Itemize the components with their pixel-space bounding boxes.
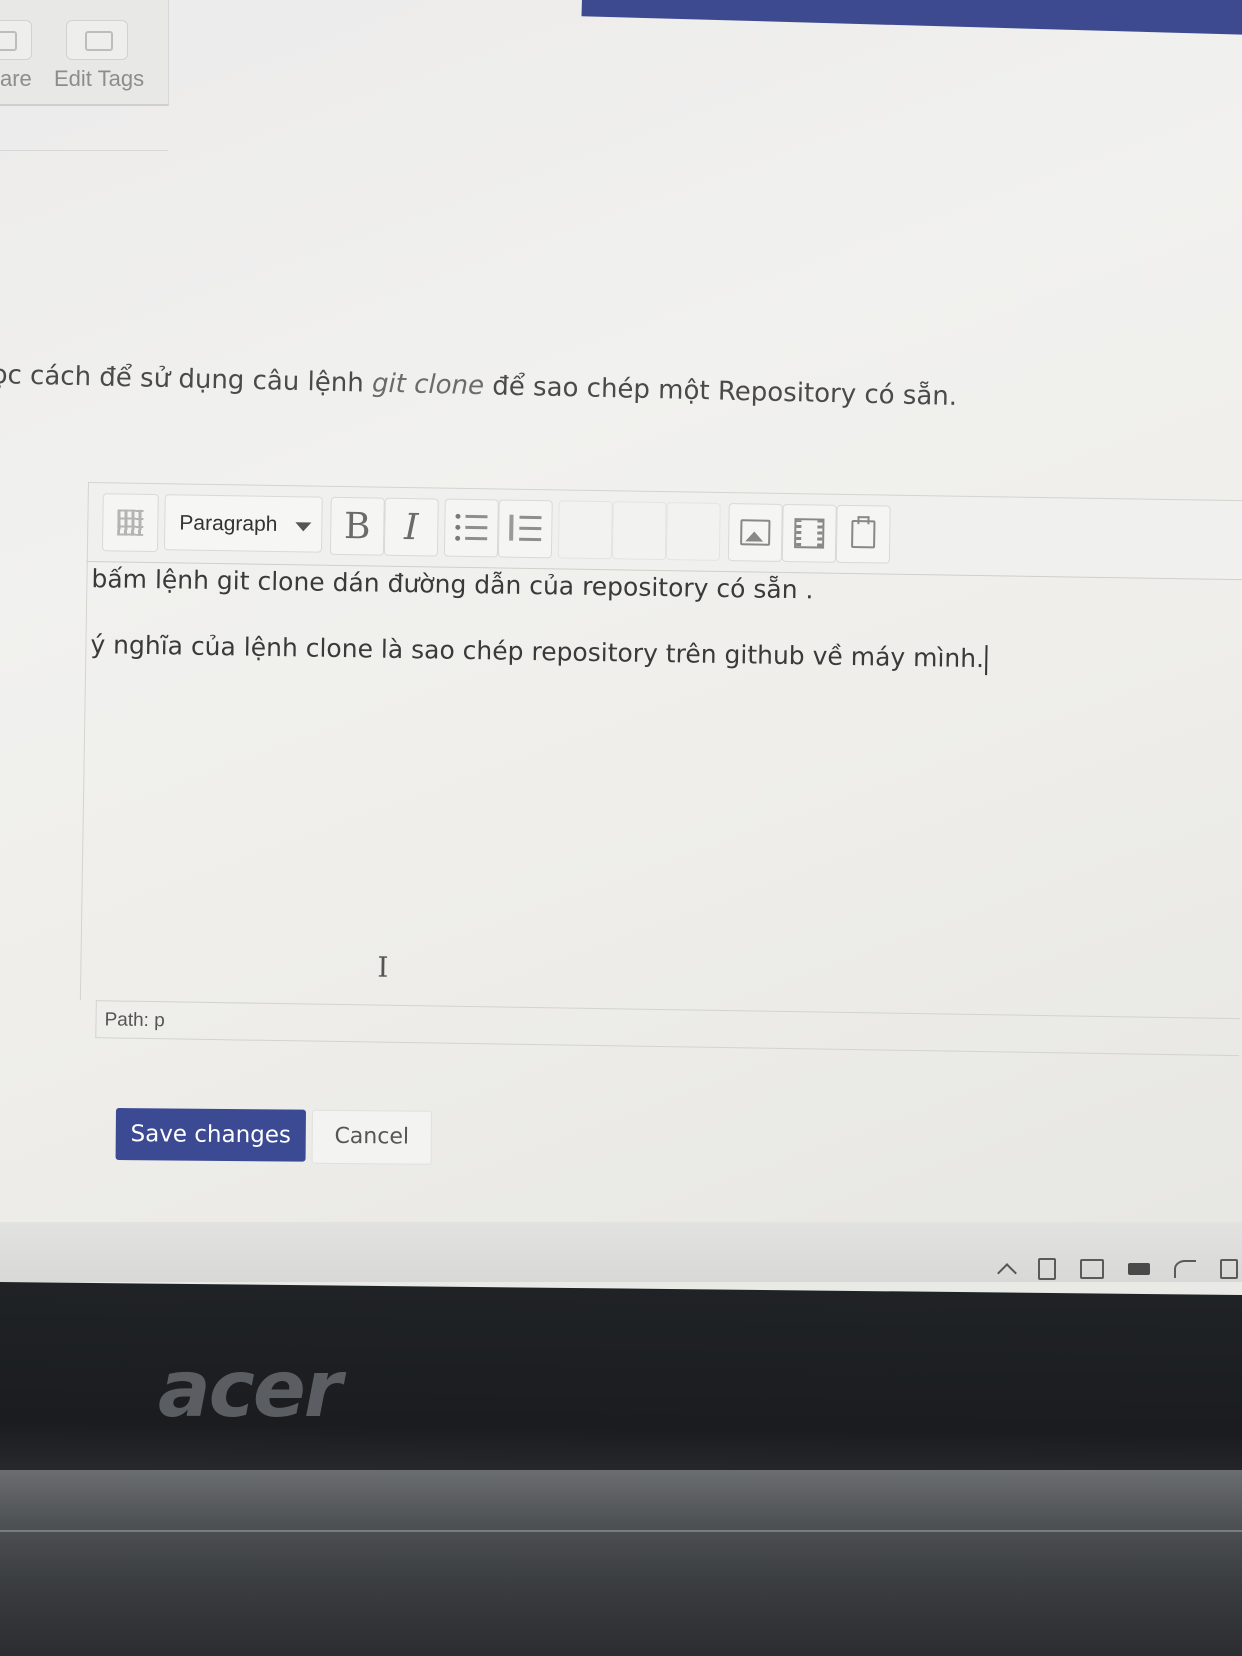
description-code: git clone [371, 368, 485, 402]
edit-tags-button[interactable]: Edit Tags [54, 66, 144, 92]
rich-text-editor: Paragraph B I bấm lệnh git clone dán đườ… [79, 482, 1242, 1097]
laptop-base [0, 1470, 1242, 1656]
insert-image-button[interactable] [727, 503, 783, 562]
bold-button[interactable]: B [329, 496, 385, 556]
top-accent-bar [581, 0, 1242, 36]
format-select-value: Paragraph [179, 511, 278, 536]
unlink-button[interactable] [611, 501, 667, 561]
camera-icon[interactable] [1080, 1259, 1104, 1279]
bullet-list-icon [455, 513, 488, 542]
link-button[interactable] [557, 500, 613, 560]
screen: are Edit Tags ọc cách để sử dụng câu lện… [0, 0, 1242, 1282]
italic-icon: I [403, 506, 419, 548]
bold-icon: B [343, 505, 371, 547]
divider [0, 150, 168, 151]
save-changes-button[interactable]: Save changes [115, 1108, 306, 1162]
numbered-list-icon [509, 514, 542, 543]
editor-content[interactable]: bấm lệnh git clone dán đường dẫn của rep… [79, 559, 1242, 1019]
brand-logo: acer [158, 1345, 342, 1435]
tag-icon[interactable] [66, 20, 128, 60]
meet-now-icon[interactable] [1038, 1258, 1056, 1280]
question-description: ọc cách để sử dụng câu lệnh git clone để… [0, 360, 1212, 418]
content-line-2-text: ý nghĩa của lệnh clone là sao chép repos… [90, 630, 985, 674]
laptop-hinge-line [0, 1530, 1242, 1532]
image-icon [740, 519, 771, 546]
format-select[interactable]: Paragraph [163, 494, 323, 553]
content-line-1: bấm lệnh git clone dán đường dẫn của rep… [91, 564, 814, 605]
wifi-icon[interactable] [1174, 1260, 1196, 1278]
volume-icon[interactable] [1220, 1259, 1238, 1279]
chevron-up-icon[interactable] [997, 1263, 1017, 1282]
battery-icon[interactable] [1128, 1263, 1150, 1275]
ordered-list-button[interactable] [497, 499, 553, 559]
paste-icon [851, 519, 876, 549]
ibeam-cursor-icon: I [377, 950, 389, 984]
anchor-button[interactable] [665, 502, 721, 561]
unordered-list-button[interactable] [443, 498, 499, 558]
insert-media-button[interactable] [781, 503, 837, 563]
text-caret [984, 645, 988, 676]
paste-button[interactable] [835, 504, 891, 564]
share-button-label[interactable]: are [0, 66, 32, 92]
content-line-2: ý nghĩa của lệnh clone là sao chép repos… [90, 630, 988, 676]
tag-toolbar: are Edit Tags [0, 0, 169, 106]
share-icon[interactable] [0, 20, 32, 60]
toggle-toolbar-button[interactable] [101, 493, 159, 553]
path-label: Path: p [104, 1009, 165, 1032]
italic-button[interactable]: I [383, 497, 439, 557]
system-tray [997, 1258, 1238, 1282]
cancel-button[interactable]: Cancel [311, 1109, 432, 1165]
description-suffix: để sao chép một Repository có sẵn. [483, 371, 958, 412]
chevron-down-icon [295, 522, 312, 532]
toolbar-toggle-icon [117, 509, 144, 536]
media-icon [794, 518, 825, 549]
description-prefix: ọc cách để sử dụng câu lệnh [0, 360, 373, 399]
